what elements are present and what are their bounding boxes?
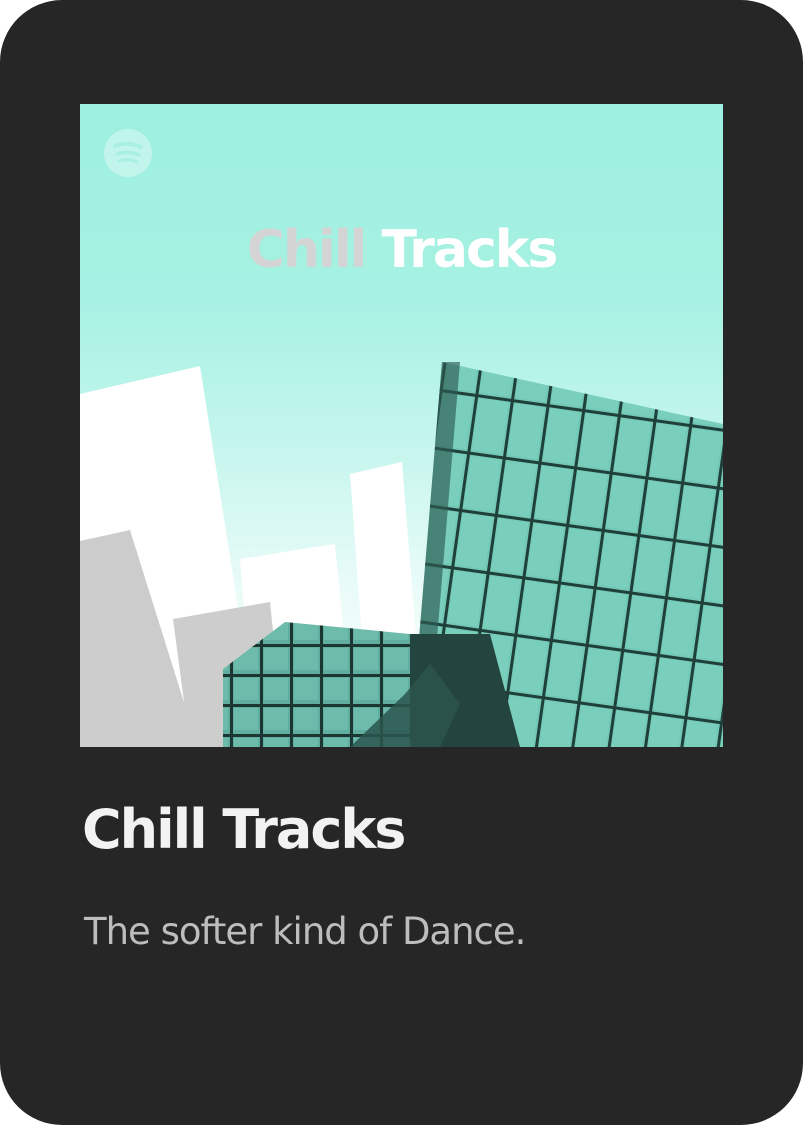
cover-title-word-2: Tracks <box>381 220 558 280</box>
cover-title: Chill Tracks <box>80 224 723 276</box>
cover-artwork <box>80 362 723 747</box>
spotify-icon <box>104 129 152 177</box>
playlist-cover[interactable]: Chill Tracks <box>80 104 723 747</box>
playlist-title[interactable]: Chill Tracks <box>82 800 406 860</box>
cover-title-word-1: Chill <box>246 220 368 280</box>
playlist-card[interactable]: Chill Tracks Chill Tracks The softer kin… <box>0 0 803 1125</box>
playlist-description: The softer kind of Dance. <box>84 910 526 953</box>
